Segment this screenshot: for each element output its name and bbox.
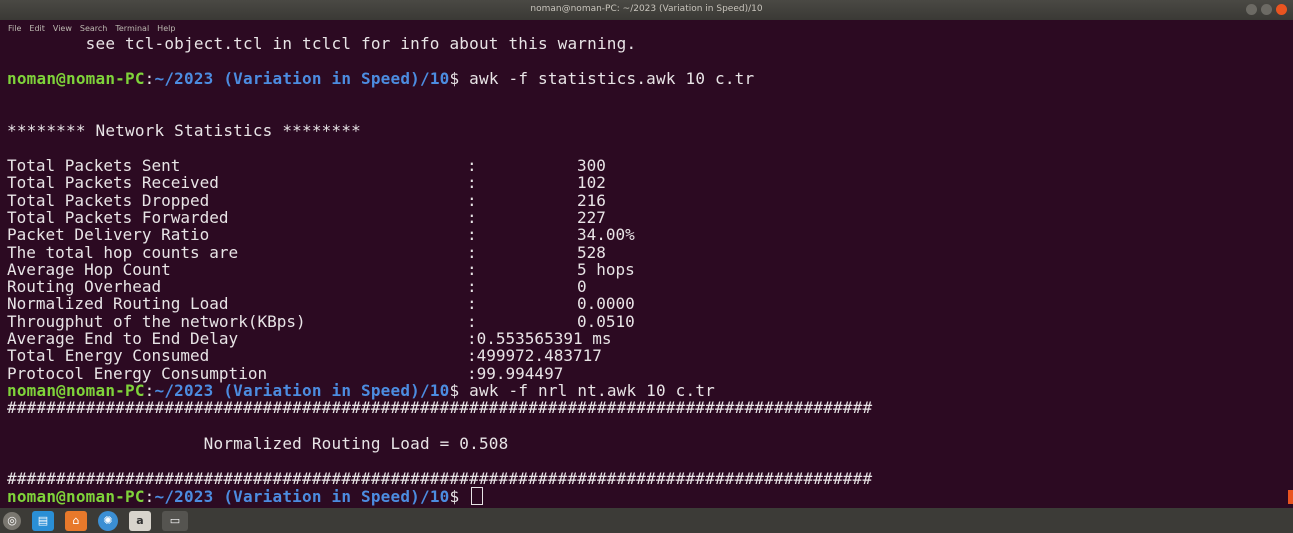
software-icon[interactable]: a: [129, 510, 151, 531]
stat-value: 300: [577, 156, 606, 175]
stat-row: Total Packets Received: 102: [7, 173, 907, 193]
disc-icon[interactable]: ◎: [3, 511, 21, 530]
prompt-user: noman@noman-PC: [7, 487, 145, 506]
prompt-separator: :: [144, 69, 155, 88]
stat-label: Total Packets Received: [7, 173, 219, 193]
menu-edit[interactable]: Edit: [29, 24, 45, 33]
stat-row: Packet Delivery Ratio: 34.00%: [7, 225, 907, 245]
menu-terminal[interactable]: Terminal: [115, 24, 149, 33]
stat-row: Total Packets Dropped: 216: [7, 190, 907, 210]
terminal-output[interactable]: see tcl-object.tcl in tclcl for info abo…: [0, 20, 1293, 508]
stat-label: Average Hop Count: [7, 259, 171, 279]
stat-value: 0: [577, 277, 587, 297]
stat-label: The total hop counts are: [7, 242, 239, 262]
stat-row: Total Packets Sent: 300: [7, 156, 907, 175]
stat-row: The total hop counts are: 528: [7, 242, 907, 262]
stat-colon: :: [467, 311, 477, 331]
stat-label: Normalized Routing Load: [7, 294, 229, 314]
stat-value: 216: [577, 190, 606, 210]
stat-label: Total Energy Consumed: [7, 346, 210, 366]
minimize-icon[interactable]: [1246, 4, 1257, 15]
stat-row: Routing Overhead: 0: [7, 277, 907, 297]
stats-header: ******** Network Statistics ********: [7, 121, 361, 140]
settings-icon[interactable]: ✺: [98, 510, 118, 531]
stat-value: 102: [577, 173, 606, 193]
text-cursor: [471, 487, 484, 505]
stat-value: :499972.483717: [467, 346, 602, 366]
stat-label: Total Packets Dropped: [7, 190, 210, 210]
stat-row: Average Hop Count: 5 hops: [7, 259, 907, 279]
stat-row: Total Packets Forwarded: 227: [7, 207, 907, 227]
stat-colon: :: [467, 242, 477, 262]
stat-label: Througphut of the network(KBps): [7, 311, 306, 331]
prompt-line-1: noman@noman-PC:~/2023 (Variation in Spee…: [7, 70, 754, 87]
stat-label: Average End to End Delay: [7, 329, 239, 348]
stat-value: :0.553565391 ms: [467, 329, 612, 348]
stat-label: Total Packets Sent: [7, 156, 181, 175]
prompt-path: ~/2023 (Variation in Speed)/10: [154, 69, 450, 88]
stat-colon: :: [467, 294, 477, 314]
home-folder-icon[interactable]: ⌂: [65, 510, 87, 531]
command-text: $: [449, 487, 470, 506]
stat-colon: :: [467, 259, 477, 279]
stat-colon: :: [467, 173, 477, 193]
stat-value: 227: [577, 207, 606, 227]
prompt-separator: :: [144, 487, 155, 506]
stat-row: Normalized Routing Load: 0.0000: [7, 294, 907, 314]
nrl-result: Normalized Routing Load = 0.508: [7, 434, 509, 453]
stat-label: Packet Delivery Ratio: [7, 225, 210, 245]
title-bar[interactable]: noman@noman-PC: ~/2023 (Variation in Spe…: [0, 0, 1293, 20]
stat-value: 0.0510: [577, 311, 635, 331]
stat-row: Average End to End Delay :0.553565391 ms: [7, 329, 907, 348]
stat-label: Routing Overhead: [7, 277, 162, 297]
scrollbar-thumb[interactable]: [1288, 490, 1293, 504]
terminal-icon[interactable]: ▭: [162, 510, 188, 531]
hash-separator: ########################################…: [7, 398, 873, 417]
prompt-path: ~/2023 (Variation in Speed)/10: [154, 487, 450, 506]
stat-value: :99.994497: [467, 363, 564, 383]
stat-value: 5 hops: [577, 259, 635, 279]
maximize-icon[interactable]: [1261, 4, 1272, 15]
stat-value: 34.00%: [577, 225, 635, 245]
warning-line: see tcl-object.tcl in tclcl for info abo…: [7, 34, 637, 53]
prompt-line-3: noman@noman-PC:~/2023 (Variation in Spee…: [7, 487, 484, 506]
terminal-window: noman@noman-PC: ~/2023 (Variation in Spe…: [0, 0, 1293, 533]
menu-search[interactable]: Search: [80, 24, 107, 33]
stat-value: 528: [577, 242, 606, 262]
stat-colon: :: [467, 277, 477, 297]
stat-label: Total Packets Forwarded: [7, 207, 229, 227]
stat-colon: :: [467, 225, 477, 245]
stat-label: Protocol Energy Consumption: [7, 363, 268, 383]
menu-view[interactable]: View: [53, 24, 72, 33]
stat-row: Protocol Energy Consumption :99.994497: [7, 363, 907, 383]
window-controls: [1246, 4, 1287, 15]
writer-icon[interactable]: ▤: [32, 510, 54, 531]
command-text: $ awk -f statistics.awk 10 c.tr: [449, 69, 755, 88]
menu-bar: File Edit View Search Terminal Help: [8, 24, 175, 33]
taskbar: ◎ ▤ ⌂ ✺ a ▭: [0, 508, 1293, 533]
prompt-line-2: noman@noman-PC:~/2023 (Variation in Spee…: [7, 382, 715, 399]
prompt-user: noman@noman-PC: [7, 69, 145, 88]
close-icon[interactable]: [1276, 4, 1287, 15]
menu-help[interactable]: Help: [157, 24, 175, 33]
stat-colon: :: [467, 190, 477, 210]
stat-value: 0.0000: [577, 294, 635, 314]
hash-separator: ########################################…: [7, 469, 873, 488]
stat-row: Total Energy Consumed :499972.483717: [7, 346, 907, 366]
menu-file[interactable]: File: [8, 24, 21, 33]
stat-colon: :: [467, 207, 477, 227]
stat-row: Througphut of the network(KBps): 0.0510: [7, 311, 907, 331]
window-title: noman@noman-PC: ~/2023 (Variation in Spe…: [530, 4, 763, 14]
stat-colon: :: [467, 156, 477, 175]
